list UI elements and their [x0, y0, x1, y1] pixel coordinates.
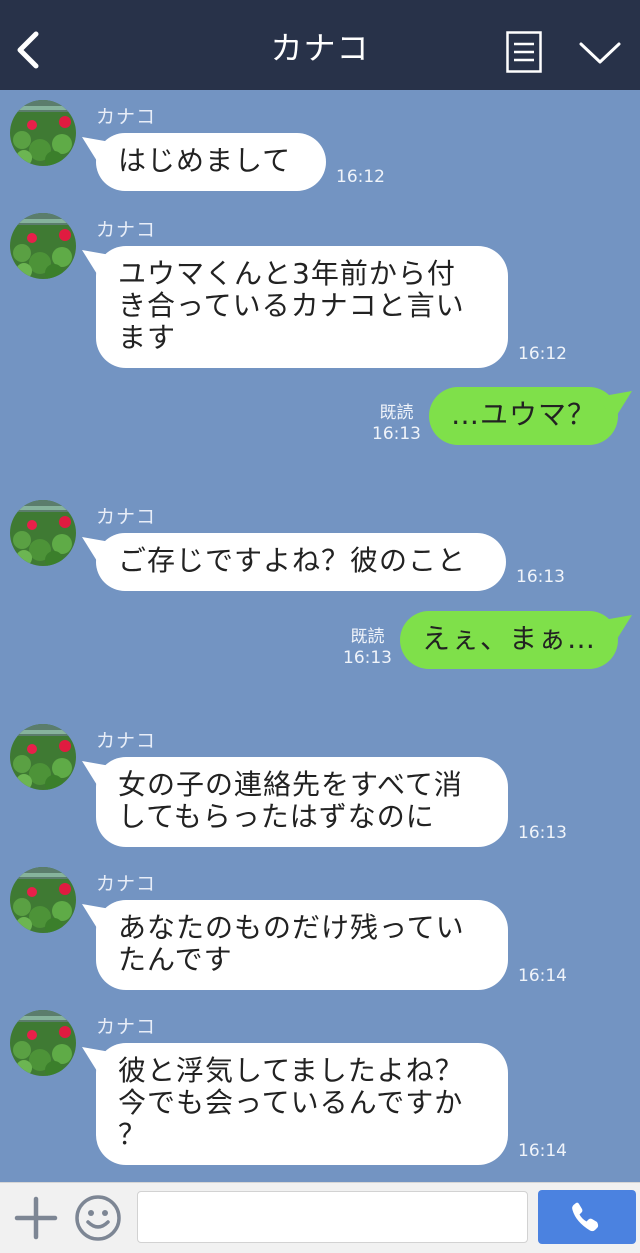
- smile-icon[interactable]: [74, 1194, 122, 1242]
- incoming-message-bubble[interactable]: ご存じですよね？彼のこと: [96, 533, 506, 591]
- incoming-message-bubble[interactable]: ユウマくんと3年前から付 き合っているカナコと言い ます: [96, 246, 508, 368]
- message-list[interactable]: カナコ はじめまして 16:12 カナコ ユウマくんと3年前から付 き合っているカナコと言…: [0, 90, 640, 1182]
- incoming-message-bubble[interactable]: はじめまして: [96, 133, 326, 191]
- sender-name: カナコ: [96, 219, 157, 241]
- message-text-line: ユウマくんと3年前から付: [118, 257, 456, 290]
- avatar[interactable]: [10, 724, 76, 790]
- avatar[interactable]: [10, 213, 76, 279]
- message-text-line: ？: [118, 1118, 148, 1151]
- message-text-line: ご存じですよね？彼のこと: [118, 544, 467, 577]
- incoming-message-bubble[interactable]: 彼と浮気してましたよね？ 今でも会っているんですか？: [96, 1043, 508, 1165]
- message-time: 16:13: [516, 567, 565, 587]
- message-text-line: はじめまして: [118, 144, 292, 177]
- read-label: 既読: [379, 403, 414, 423]
- message-time: 16:13: [518, 823, 567, 843]
- input-bar: [0, 1182, 640, 1253]
- sender-name: カナコ: [96, 506, 157, 528]
- sender-name: カナコ: [96, 1016, 157, 1038]
- avatar[interactable]: [10, 100, 76, 166]
- message-input[interactable]: [137, 1191, 528, 1243]
- message-text-line: 彼と浮気してましたよね？: [118, 1054, 464, 1087]
- chevron-down-icon[interactable]: [578, 38, 622, 68]
- message-text-line: してもらったはずなのに: [118, 800, 435, 833]
- message-text-line: 今でも会っているんですか: [118, 1086, 464, 1119]
- message-time: 16:14: [518, 966, 567, 986]
- outgoing-message-bubble[interactable]: えぇ、まぁ…: [399, 611, 618, 669]
- avatar[interactable]: [10, 867, 76, 933]
- sender-name: カナコ: [96, 730, 157, 752]
- message-time: 16:13: [343, 648, 392, 668]
- avatar[interactable]: [10, 1010, 76, 1076]
- message-time: 16:12: [518, 344, 567, 364]
- chat-title: カナコ: [270, 29, 370, 67]
- outgoing-message-bubble[interactable]: …ユウマ？: [428, 387, 618, 445]
- message-text-line: ます: [118, 321, 177, 354]
- plus-icon[interactable]: [14, 1196, 58, 1240]
- phone-icon: [572, 1202, 599, 1232]
- menu-icon[interactable]: [506, 31, 542, 73]
- read-receipt: 既読 16:13: [343, 627, 392, 669]
- avatar[interactable]: [10, 500, 76, 566]
- sender-name: カナコ: [96, 873, 157, 895]
- chat-header: カナコ: [0, 0, 640, 90]
- message-text-line: き合っているカナコと言い: [118, 289, 465, 322]
- sender-name: カナコ: [96, 106, 157, 128]
- message-text-line: えぇ、まぁ…: [421, 622, 596, 655]
- message-text-line: たんです: [118, 943, 233, 976]
- message-text-line: 女の子の連絡先をすべて消: [118, 768, 463, 801]
- call-button[interactable]: [538, 1190, 636, 1244]
- incoming-message-bubble[interactable]: 女の子の連絡先をすべて消 してもらったはずなのに: [96, 757, 508, 847]
- incoming-message-bubble[interactable]: あなたのものだけ残ってい たんです: [96, 900, 508, 990]
- message-time: 16:14: [518, 1141, 567, 1161]
- read-label: 既読: [350, 627, 385, 647]
- back-icon[interactable]: [14, 30, 44, 70]
- message-time: 16:12: [336, 167, 385, 187]
- message-time: 16:13: [372, 424, 421, 444]
- read-receipt: 既読 16:13: [372, 403, 421, 445]
- message-text-line: あなたのものだけ残ってい: [118, 911, 465, 944]
- message-text-line: …ユウマ？: [450, 398, 596, 431]
